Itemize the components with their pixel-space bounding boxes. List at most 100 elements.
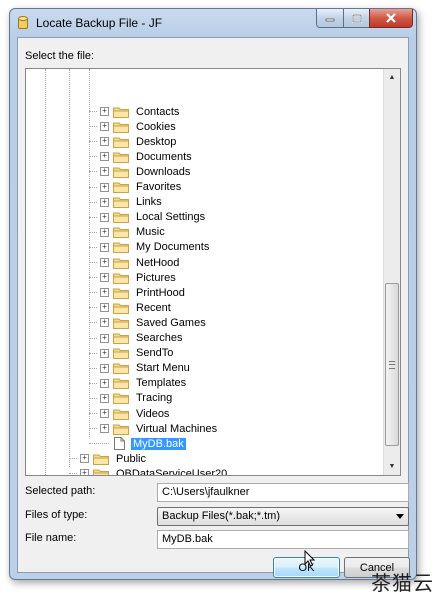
- file-name-field[interactable]: MyDB.bak: [157, 530, 409, 549]
- tree-folder-label: Desktop: [136, 135, 177, 148]
- tree-folder-item[interactable]: + Local Settings: [100, 210, 207, 225]
- tree-folder-item[interactable]: + Virtual Machines: [100, 421, 219, 436]
- expand-plus-icon[interactable]: +: [100, 303, 109, 313]
- expand-plus-icon[interactable]: +: [100, 227, 109, 237]
- expand-plus-icon[interactable]: +: [100, 107, 109, 116]
- expand-plus-icon[interactable]: +: [100, 288, 109, 298]
- tree-folder-item[interactable]: + My Documents: [100, 240, 211, 255]
- folder-icon: [113, 197, 129, 209]
- scroll-up-arrow[interactable]: ▲: [384, 69, 400, 86]
- folder-icon: [113, 122, 129, 133]
- expand-plus-icon[interactable]: +: [100, 242, 109, 252]
- tree-folder-item[interactable]: + QBDataServiceUser20: [80, 466, 229, 475]
- tree-folder-item[interactable]: + Desktop: [100, 134, 178, 149]
- tree-file-item[interactable]: MyDB.bak: [100, 436, 186, 451]
- expand-plus-icon[interactable]: +: [100, 318, 109, 328]
- maximize-button[interactable]: [343, 9, 370, 28]
- expand-plus-icon[interactable]: +: [100, 333, 109, 343]
- tree-horizontal-connector: [89, 277, 97, 279]
- maximize-icon: [351, 13, 362, 23]
- folder-icon: [113, 288, 129, 299]
- tree-horizontal-connector: [89, 367, 97, 369]
- tree-horizontal-connector: [89, 322, 97, 324]
- tree-horizontal-connector: [89, 262, 97, 263]
- files-of-type-select[interactable]: Backup Files(*.bak;*.tm): [157, 507, 409, 526]
- tree-horizontal-connector: [89, 246, 97, 248]
- expand-plus-icon[interactable]: +: [100, 424, 109, 434]
- expand-plus-icon[interactable]: +: [100, 348, 109, 358]
- expand-plus-icon[interactable]: +: [80, 469, 89, 475]
- tree-vertical-connector: [89, 69, 90, 437]
- tree-horizontal-connector: [89, 216, 97, 218]
- tree-folder-item[interactable]: + Tracing: [100, 391, 174, 406]
- tree-folder-item[interactable]: + Downloads: [100, 164, 192, 179]
- tree-folder-item[interactable]: + Links: [100, 195, 164, 210]
- close-button[interactable]: [369, 9, 413, 28]
- folder-icon: [113, 227, 129, 239]
- tree-folder-item[interactable]: + Public: [80, 451, 148, 466]
- tree-folder-item[interactable]: + Music: [100, 225, 167, 240]
- files-of-type-label: Files of type:: [25, 509, 88, 521]
- folder-icon: [113, 182, 129, 193]
- selected-path-field[interactable]: C:\Users\jfaulkner: [157, 483, 409, 502]
- file-name-label: File name:: [25, 532, 77, 544]
- folder-icon: [113, 212, 129, 224]
- tree-folder-label: My Documents: [136, 241, 210, 254]
- files-of-type-value: Backup Files(*.bak;*.tm): [162, 510, 280, 522]
- tree-folder-item[interactable]: + Documents: [100, 149, 194, 164]
- tree-folder-item[interactable]: + Saved Games: [100, 315, 208, 330]
- tree-folder-label: Saved Games: [136, 316, 206, 329]
- expand-plus-icon[interactable]: +: [80, 454, 89, 464]
- folder-icon: [113, 152, 129, 163]
- expand-plus-icon[interactable]: +: [100, 137, 109, 147]
- tree-folder-label: Recent: [136, 301, 171, 314]
- tree-folder-item[interactable]: + PrintHood: [100, 285, 187, 300]
- selected-path-label: Selected path:: [25, 485, 96, 497]
- scroll-down-arrow[interactable]: ▼: [384, 458, 400, 475]
- tree-folder-item[interactable]: + Searches: [100, 331, 184, 346]
- folder-icon: [113, 409, 129, 420]
- tree-folder-item[interactable]: + Start Menu: [100, 361, 192, 376]
- expand-plus-icon[interactable]: +: [100, 212, 109, 222]
- tree-horizontal-connector: [89, 141, 97, 143]
- tree-horizontal-connector: [89, 307, 97, 309]
- scrollbar-thumb[interactable]: [385, 283, 399, 446]
- folder-icon: [113, 273, 129, 284]
- expand-plus-icon[interactable]: +: [100, 273, 109, 283]
- tree-folder-item[interactable]: + Templates: [100, 376, 188, 391]
- folder-icon: [113, 167, 129, 178]
- scrollbar-grip-icon: [389, 360, 395, 369]
- tree-folder-item[interactable]: + NetHood: [100, 255, 181, 270]
- folder-icon: [93, 469, 109, 475]
- expand-plus-icon[interactable]: +: [100, 378, 109, 388]
- mouse-cursor-icon: [304, 550, 315, 567]
- tree-folder-item[interactable]: + Recent: [100, 300, 173, 315]
- expand-plus-icon[interactable]: +: [100, 182, 109, 192]
- minimize-button[interactable]: [316, 9, 344, 28]
- window-title: Locate Backup File - JF: [36, 16, 163, 30]
- expand-plus-icon[interactable]: +: [100, 122, 109, 132]
- tree-vertical-scrollbar[interactable]: ▲ ▼: [383, 69, 400, 475]
- tree-horizontal-connector: [89, 428, 97, 430]
- tree-folder-item[interactable]: + SendTo: [100, 346, 175, 361]
- expand-plus-icon[interactable]: +: [100, 393, 109, 403]
- tree-folder-item[interactable]: + Contacts: [100, 104, 181, 119]
- tree-file-label: MyDB.bak: [131, 437, 186, 450]
- tree-folder-item[interactable]: + Cookies: [100, 119, 178, 134]
- tree-folder-item[interactable]: + Favorites: [100, 180, 183, 195]
- file-tree-view[interactable]: + Contacts + Cookies + Desktop + Documents + Down…: [25, 68, 401, 476]
- expand-plus-icon[interactable]: +: [100, 152, 109, 162]
- tree-horizontal-connector: [89, 352, 97, 354]
- expand-plus-icon[interactable]: +: [100, 409, 109, 418]
- expand-plus-icon[interactable]: +: [100, 258, 109, 267]
- dialog-client-area: Select the file: + Contacts + Cookies + Deskt…: [17, 37, 410, 578]
- chevron-down-icon: [396, 514, 404, 519]
- expand-plus-icon[interactable]: +: [100, 167, 109, 177]
- expand-plus-icon[interactable]: +: [100, 363, 109, 373]
- tree-folder-item[interactable]: + Pictures: [100, 270, 178, 285]
- tree-folder-item[interactable]: + Videos: [100, 406, 171, 421]
- folder-icon: [113, 318, 129, 329]
- title-bar[interactable]: Locate Backup File - JF: [10, 9, 416, 37]
- expand-plus-icon[interactable]: +: [100, 197, 109, 207]
- tree-folder-label: Public: [116, 452, 146, 465]
